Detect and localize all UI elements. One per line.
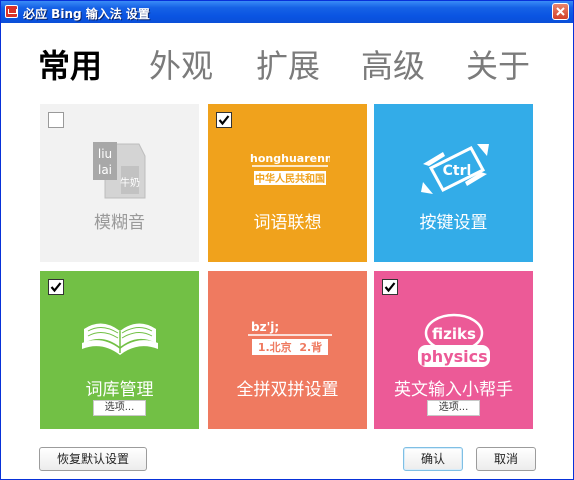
cancel-button[interactable]: 取消 (476, 447, 536, 471)
liulai-carton-icon: liu lai 牛奶 (93, 142, 146, 199)
tile-label-fuzzy-sound: 模糊音 (94, 213, 145, 233)
svg-text:牛奶: 牛奶 (120, 176, 140, 189)
settings-window: 必应 Bing 输入法 设置 常用 外观 扩展 高级 关于 liu lai 牛奶… (0, 0, 574, 480)
tile-label-english-input-helper: 英文输入小帮手 (394, 380, 513, 400)
bing-app-icon (5, 5, 18, 18)
tile-label-word-association: 词语联想 (253, 213, 322, 233)
tab-bar: 常用 外观 扩展 高级 关于 (1, 41, 573, 91)
word-association-checkbox[interactable] (216, 112, 232, 128)
shuangpin-candidate-icon: bz'j; 1.北京 2.背 (248, 320, 332, 355)
svg-text:中华人民共和国: 中华人民共和国 (255, 172, 325, 185)
tile-fuzzy-sound[interactable]: liu lai 牛奶 模糊音 (40, 104, 199, 262)
open-book-icon (82, 323, 158, 355)
svg-text:Ctrl: Ctrl (443, 163, 472, 179)
svg-text:zhonghuarenm: zhonghuarenm (250, 152, 330, 165)
svg-text:physics: physics (420, 347, 487, 366)
tile-label-key-settings: 按键设置 (419, 213, 488, 233)
tile-pinyin-mode-settings[interactable]: bz'j; 1.北京 2.背 全拼双拼设置 (208, 271, 367, 429)
fiziks-physics-icon: fiziks physics (418, 313, 490, 367)
dictionary-management-checkbox[interactable] (48, 279, 64, 295)
tile-english-input-helper[interactable]: fiziks physics 英文输入小帮手 选项... (374, 271, 533, 429)
tile-word-association[interactable]: zhonghuarenm 中华人民共和国 词语联想 (208, 104, 367, 262)
window-title: 必应 Bing 输入法 设置 (23, 7, 150, 21)
check-icon (218, 115, 230, 126)
restore-defaults-button[interactable]: 恢复默认设置 (39, 447, 147, 471)
tile-label-pinyin-mode-settings: 全拼双拼设置 (236, 380, 339, 400)
svg-text:fiziks: fiziks (432, 325, 476, 343)
svg-text:1.北京 2.背: 1.北京 2.背 (258, 340, 322, 354)
tab-about[interactable]: 关于 (466, 41, 530, 87)
dictionary-options-button[interactable]: 选项... (93, 400, 146, 416)
close-icon (556, 7, 565, 16)
close-button[interactable] (552, 3, 569, 20)
ok-button[interactable]: 确认 (403, 447, 463, 471)
ctrl-key-icon: Ctrl (421, 144, 489, 194)
svg-text:bz'j;: bz'j; (251, 320, 279, 334)
svg-text:liu: liu (98, 147, 112, 161)
tile-label-dictionary-management: 词库管理 (85, 380, 154, 400)
tab-advanced[interactable]: 高级 (361, 41, 425, 87)
pinyin-banner-icon: zhonghuarenm 中华人民共和国 (250, 152, 330, 185)
fuzzy-sound-checkbox[interactable] (48, 112, 64, 128)
check-icon (50, 282, 62, 293)
tile-dictionary-management[interactable]: 词库管理 选项... (40, 271, 199, 429)
tab-extensions[interactable]: 扩展 (256, 41, 320, 87)
english-input-helper-checkbox[interactable] (382, 279, 398, 295)
svg-text:lai: lai (98, 163, 112, 177)
title-bar[interactable]: 必应 Bing 输入法 设置 (1, 1, 573, 23)
check-icon (384, 282, 396, 293)
tab-common[interactable]: 常用 (38, 41, 102, 87)
tile-key-settings[interactable]: Ctrl 按键设置 (374, 104, 533, 262)
tab-appearance[interactable]: 外观 (149, 41, 213, 87)
english-helper-options-button[interactable]: 选项... (427, 400, 480, 416)
